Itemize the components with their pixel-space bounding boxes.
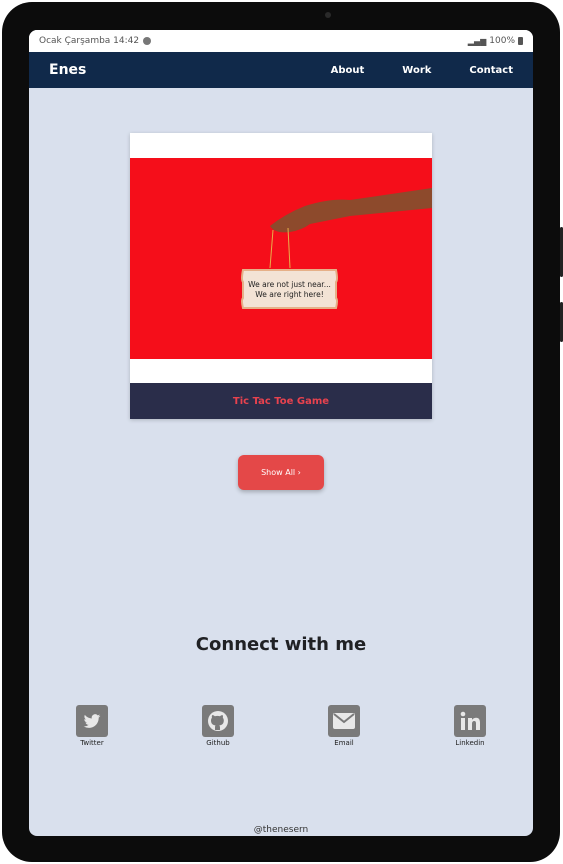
navbar: Enes About Work Contact <box>29 52 533 88</box>
linkedin-icon <box>454 705 486 737</box>
social-label-github: Github <box>206 739 230 747</box>
sign-text-line1: We are not just near... <box>248 280 331 289</box>
social-github[interactable]: Github <box>188 705 248 747</box>
brand-logo[interactable]: Enes <box>49 62 86 78</box>
show-all-button[interactable]: Show All › <box>238 455 324 490</box>
social-links: Twitter Github Email Linkedin <box>29 705 533 755</box>
nav-about[interactable]: About <box>331 65 365 76</box>
screen: Ocak Çarşamba 14:42 ▂▄▆ 100% Enes About … <box>29 30 533 836</box>
email-icon <box>328 705 360 737</box>
twitter-icon <box>76 705 108 737</box>
nav-contact[interactable]: Contact <box>469 65 513 76</box>
project-title[interactable]: Tic Tac Toe Game <box>233 396 329 407</box>
social-linkedin[interactable]: Linkedin <box>440 705 500 747</box>
connect-heading: Connect with me <box>195 634 367 655</box>
nav-work[interactable]: Work <box>402 65 431 76</box>
project-caption: Tic Tac Toe Game <box>130 383 432 419</box>
front-camera <box>325 12 331 18</box>
project-image: We are not just near... We are right her… <box>130 158 432 359</box>
project-card[interactable]: We are not just near... We are right her… <box>130 133 432 419</box>
social-label-twitter: Twitter <box>80 739 104 747</box>
footer-handle: @thenesern <box>253 825 309 835</box>
status-time: Ocak Çarşamba 14:42 <box>39 36 140 46</box>
signal-icon: ▂▄▆ <box>467 36 487 46</box>
social-email[interactable]: Email <box>314 705 374 747</box>
sign-text-line2: We are right here! <box>255 290 324 299</box>
social-twitter[interactable]: Twitter <box>62 705 122 747</box>
battery-level: 100% <box>489 36 515 46</box>
nav-links: About Work Contact <box>331 65 513 76</box>
status-bar: Ocak Çarşamba 14:42 ▂▄▆ 100% <box>29 30 533 52</box>
social-label-linkedin: Linkedin <box>455 739 485 747</box>
github-icon <box>202 705 234 737</box>
social-label-email: Email <box>334 739 354 747</box>
battery-icon <box>518 37 523 45</box>
notification-icon <box>143 37 152 45</box>
